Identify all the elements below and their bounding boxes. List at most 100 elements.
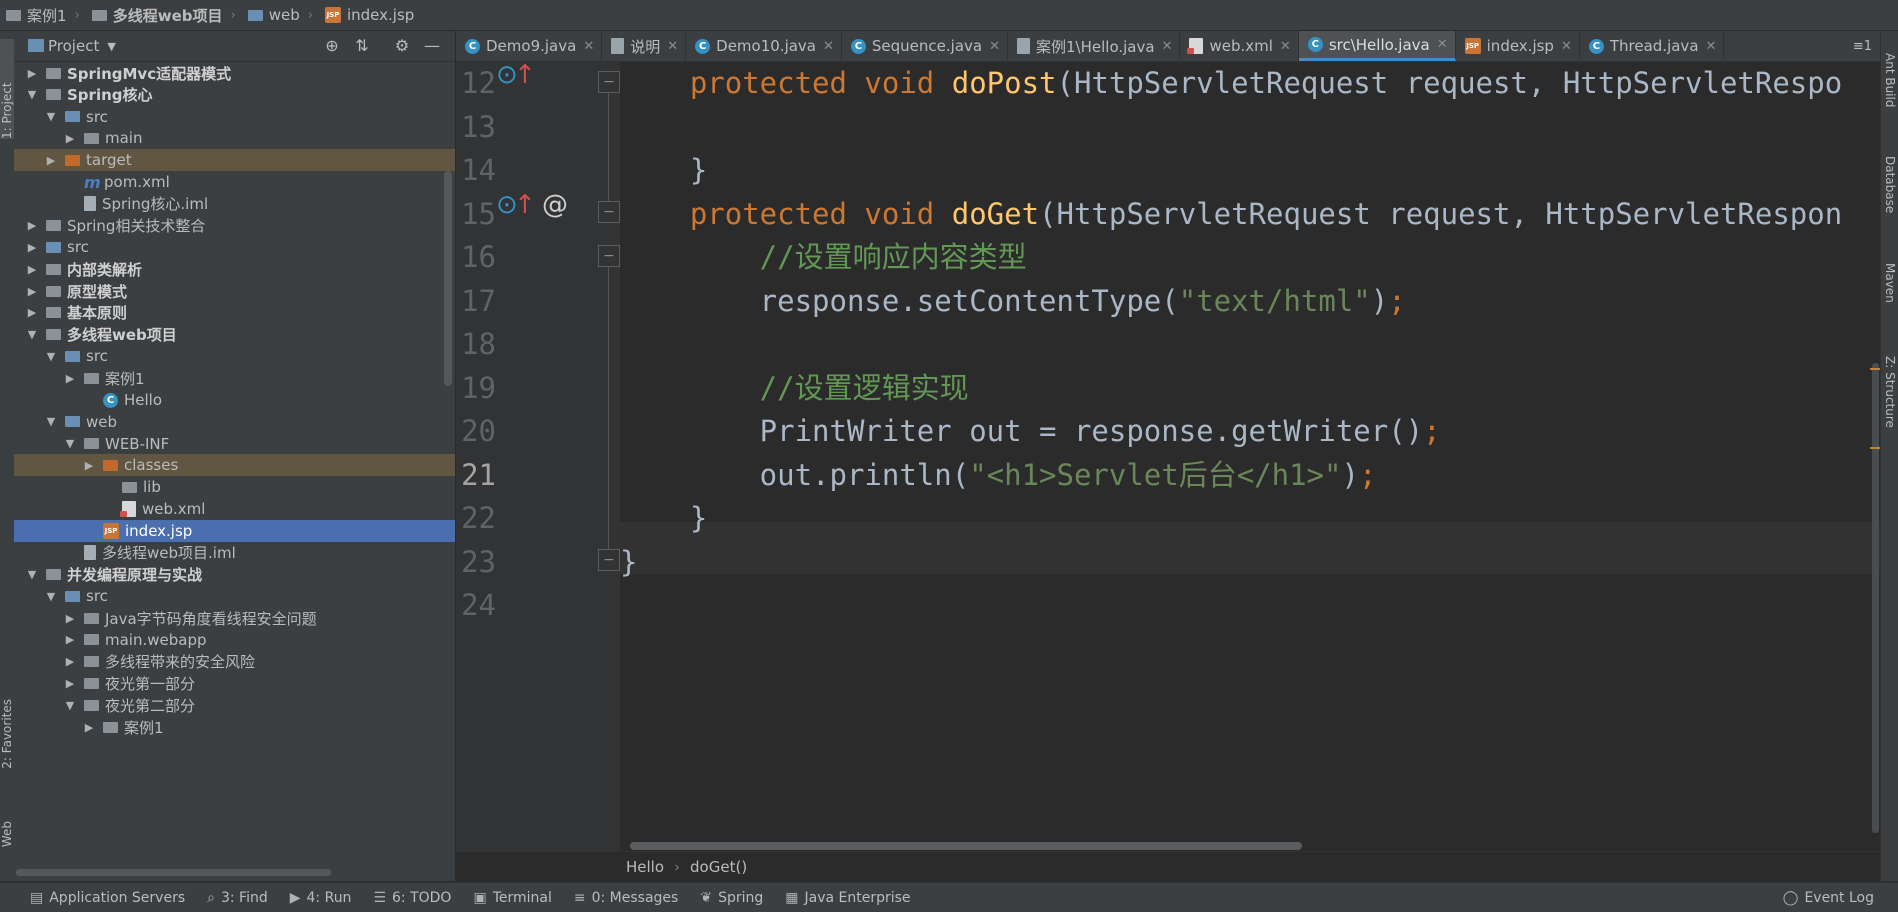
editor-tab[interactable]: C Sequence.java ✕ [842,31,1008,61]
code-line[interactable]: } [620,497,707,541]
editor-tab[interactable]: C Thread.java ✕ [1580,31,1725,61]
tree-node[interactable]: ▼ 夜光第二部分 [14,694,455,716]
tool-window-project[interactable]: 1: Project [0,39,14,139]
tree-node[interactable]: ▶ 案例1 [14,367,455,389]
error-stripe-marker[interactable] [1870,447,1880,449]
editor-tab[interactable]: C Demo9.java ✕ [456,31,603,61]
tree-node[interactable]: ▶ 原型模式 [14,280,455,302]
breadcrumb-item[interactable]: 多线程web项目 › [91,5,242,26]
tree-node[interactable]: ▼ 并发编程原理与实战 [14,563,455,585]
chevron-down-icon[interactable]: ▼ [45,350,57,363]
code-line[interactable]: response.setContentType("text/html"); [620,280,1406,324]
chevron-down-icon[interactable]: ▼ [45,415,57,428]
tree-node[interactable]: ▼ 多线程web项目 [14,324,455,346]
breadcrumb-method[interactable]: doGet() [690,858,747,876]
tab-list-menu[interactable]: ≡1 [1845,31,1880,61]
code-line[interactable]: out.println("<h1>Servlet后台</h1>"); [620,454,1377,498]
tree-node[interactable]: ▼ src [14,106,455,128]
fold-minus-icon[interactable]: − [598,549,620,571]
tool-window-ant-build[interactable]: Ant Build [1883,53,1897,107]
code-line[interactable]: protected void doGet(HttpServletRequest … [620,193,1842,237]
tree-node[interactable]: ▶ main.webapp [14,629,455,651]
close-icon[interactable]: ✕ [583,39,594,54]
tool-window-database[interactable]: Database [1883,156,1897,213]
chevron-right-icon[interactable]: ▶ [26,285,38,298]
tool-window-button[interactable]: ⌕ 3: Find [207,890,268,906]
tree-node[interactable]: ▶ 内部类解析 [14,258,455,280]
chevron-right-icon[interactable]: ▶ [64,372,76,385]
fold-minus-icon[interactable]: − [598,245,620,267]
breadcrumb-item[interactable]: JSP index.jsp [324,6,414,24]
chevron-down-icon[interactable]: ▼ [64,699,76,712]
tool-window-structure[interactable]: Z: Structure [1883,356,1897,428]
tool-window-button[interactable]: ▣ Terminal [473,890,551,906]
editor-tab[interactable]: JSP index.jsp ✕ [1456,31,1580,61]
chevron-right-icon[interactable]: ▶ [26,219,38,232]
chevron-down-icon[interactable]: ▼ [26,88,38,101]
tree-node[interactable]: ▶多线程web项目.iml [14,542,455,564]
fold-minus-icon[interactable]: − [598,71,620,93]
chevron-right-icon[interactable]: ▶ [64,677,76,690]
tree-node[interactable]: ▶ main [14,127,455,149]
tree-node[interactable]: ▼ src [14,345,455,367]
tool-window-button[interactable]: ▦ Java Enterprise [785,890,910,906]
tool-window-button[interactable]: ❦ Spring [700,890,763,906]
tool-window-button[interactable]: ≡ 0: Messages [574,890,678,906]
collapse-all-icon[interactable]: ⇅ [352,36,372,56]
breadcrumb-class[interactable]: Hello [626,858,664,876]
tool-window-button[interactable]: ▤ Application Servers [30,890,185,906]
chevron-right-icon[interactable]: ▶ [64,633,76,646]
code-line[interactable]: //设置逻辑实现 [620,367,969,411]
close-icon[interactable]: ✕ [1561,39,1572,54]
project-view-selector[interactable]: Project [48,37,99,55]
tool-window-maven[interactable]: Maven [1883,263,1897,303]
tool-window-favorites[interactable]: 2: Favorites [0,699,14,769]
tree-node[interactable]: ▶ 基本原则 [14,302,455,324]
editor-vertical-scrollbar[interactable] [1872,363,1879,833]
error-stripe-marker[interactable] [1870,368,1880,370]
chevron-right-icon[interactable]: ▶ [83,721,95,734]
chevron-right-icon[interactable]: ▶ [45,154,57,167]
editor-tab[interactable]: 说明 ✕ [602,31,687,61]
close-icon[interactable]: ✕ [989,39,1000,54]
chevron-right-icon[interactable]: ▶ [26,263,38,276]
code-line[interactable]: //设置响应内容类型 [620,236,1027,280]
fold-minus-icon[interactable]: − [598,201,620,223]
vertical-scrollbar[interactable] [444,171,452,386]
code-line[interactable]: } [620,541,637,585]
chevron-down-icon[interactable]: ▼ [26,328,38,341]
chevron-right-icon[interactable]: ▶ [83,459,95,472]
chevron-right-icon[interactable]: ▶ [26,306,38,319]
tree-node[interactable]: ▶ 多线程带来的安全风险 [14,651,455,673]
tree-node[interactable]: ▶mpom.xml [14,171,455,193]
code-line[interactable]: protected void doPost(HttpServletRequest… [620,62,1842,106]
horizontal-scrollbar[interactable] [16,869,331,876]
close-icon[interactable]: ✕ [823,39,834,54]
chevron-right-icon[interactable]: ▶ [26,67,38,80]
breadcrumb-item[interactable]: 案例1 › [6,5,86,26]
tree-node[interactable]: ▶web.xml [14,498,455,520]
editor-tab[interactable]: web.xml ✕ [1180,31,1299,61]
code-line[interactable]: PrintWriter out = response.getWriter(); [620,410,1441,454]
minimize-icon[interactable]: — [422,36,442,56]
tree-node[interactable]: ▶ Spring相关技术整合 [14,215,455,237]
editor-tab[interactable]: 案例1\Hello.java ✕ [1008,31,1181,61]
close-icon[interactable]: ✕ [1437,37,1448,52]
locate-icon[interactable]: ⊕ [322,36,342,56]
editor-horizontal-scrollbar[interactable] [630,842,1302,850]
tree-node[interactable]: ▶JSPindex.jsp [14,519,455,542]
tree-node[interactable]: ▶ SpringMvc适配器模式 [14,62,455,84]
chevron-down-icon[interactable]: ▼ [107,40,115,53]
event-log-button[interactable]: ◯ Event Log [1783,890,1874,906]
tree-node[interactable]: ▶ 案例1 [14,716,455,738]
tree-node[interactable]: ▼ src [14,585,455,607]
chevron-right-icon[interactable]: ▶ [64,612,76,625]
chevron-down-icon[interactable]: ▼ [45,590,57,603]
tree-node[interactable]: ▶CHello [14,389,455,411]
override-arrow-icon[interactable]: ↑ [514,62,536,90]
chevron-down-icon[interactable]: ▼ [26,568,38,581]
code-line[interactable]: } [620,149,707,193]
tree-node[interactable]: ▼ web [14,411,455,433]
chevron-down-icon[interactable]: ▼ [64,437,76,450]
tool-window-web[interactable]: Web [0,821,14,847]
